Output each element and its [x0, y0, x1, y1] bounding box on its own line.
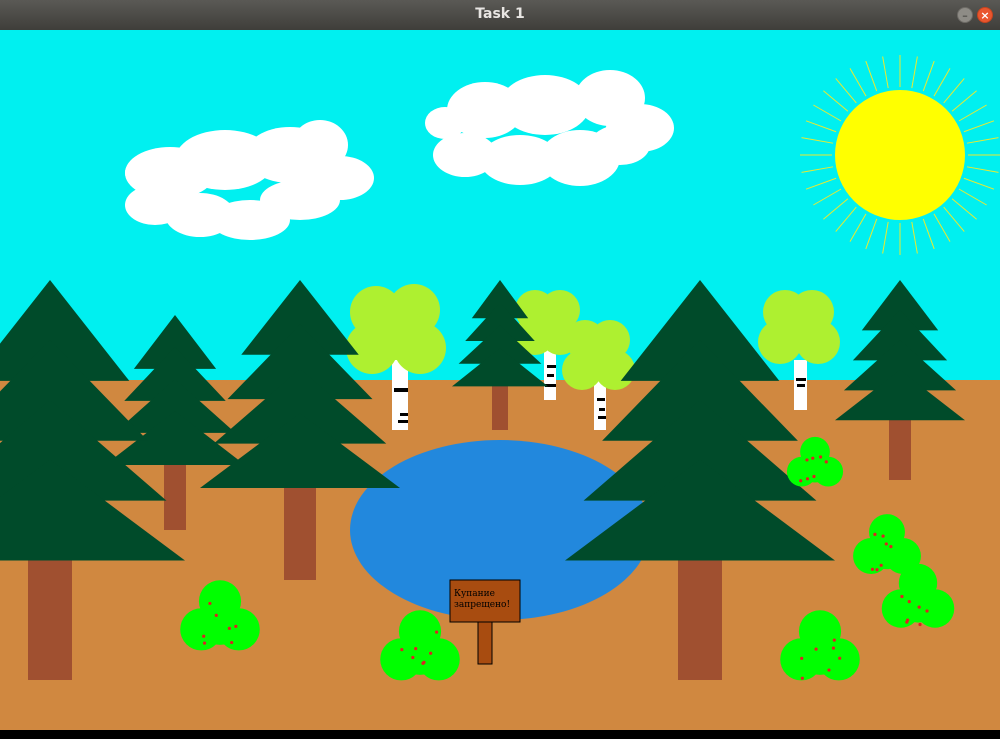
bottom-edge [0, 730, 1000, 739]
sign-text-line2: запрещено! [454, 600, 510, 610]
sign-text-line1: Купание [454, 589, 495, 599]
minimize-button[interactable]: – [957, 7, 973, 23]
window-title: Task 1 [475, 6, 525, 22]
drawing-canvas: Купание запрещено! [0, 30, 1000, 730]
close-button[interactable]: × [977, 7, 993, 23]
title-bar[interactable]: Task 1 – × [0, 0, 1000, 31]
